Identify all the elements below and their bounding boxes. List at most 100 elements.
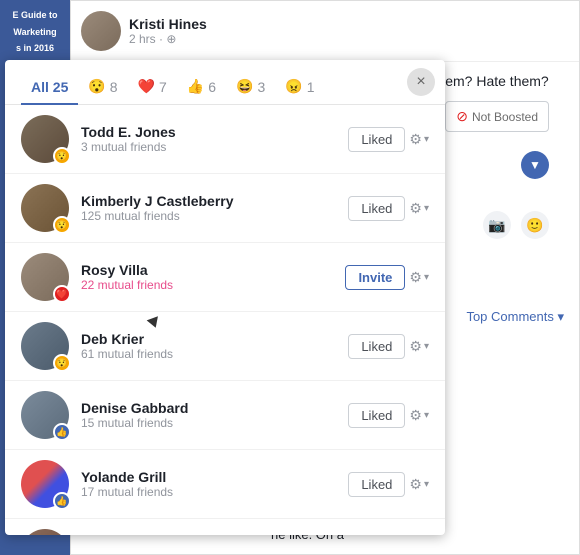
user-mutual: 61 mutual friends [81, 347, 336, 361]
top-comments-label: Top Comments ▾ [466, 309, 564, 325]
user-avatar-wrap: ❤️ [21, 253, 69, 301]
user-name: Yolande Grill [81, 469, 336, 485]
gear-dropdown[interactable]: ⚙▾ [409, 269, 429, 286]
tab-like[interactable]: 👍 6 [177, 70, 226, 105]
user-actions: Invite⚙▾ [345, 265, 429, 290]
reaction-badge: 👍 [53, 492, 71, 510]
gear-dropdown[interactable]: ⚙▾ [409, 131, 429, 148]
reaction-badge: 😯 [53, 354, 71, 372]
caret-down-icon: ▾ [424, 341, 429, 352]
top-comments-button[interactable]: Top Comments ▾ [466, 309, 564, 325]
tab-angry[interactable]: 😠 1 [275, 70, 324, 105]
haha-emoji: 😆 [236, 78, 253, 95]
reactions-modal: All 25 😯 8 ❤️ 7 👍 6 😆 3 😠 1 × 😯 Todd E. J… [5, 60, 445, 535]
caret-down-icon: ▾ [424, 203, 429, 214]
liked-button[interactable]: Liked [348, 403, 405, 428]
gear-dropdown[interactable]: ⚙▾ [409, 200, 429, 217]
not-boosted-label: Not Boosted [472, 110, 538, 124]
caret-down-icon: ▾ [424, 479, 429, 490]
user-avatar-wrap: 👍 [21, 391, 69, 439]
wow-count: 8 [110, 79, 118, 95]
liked-button[interactable]: Liked [348, 472, 405, 497]
liked-button[interactable]: Liked [348, 334, 405, 359]
angry-count: 1 [307, 79, 315, 95]
tab-all[interactable]: All 25 [21, 71, 78, 105]
user-avatar-img [21, 529, 69, 535]
like-count: 6 [208, 79, 216, 95]
user-mutual: 15 mutual friends [81, 416, 336, 430]
user-actions: Liked⚙▾ [348, 403, 429, 428]
haha-count: 3 [258, 79, 266, 95]
user-mutual: 3 mutual friends [81, 140, 336, 154]
reaction-badge: ❤️ [53, 285, 71, 303]
gear-icon: ⚙ [409, 476, 422, 493]
user-name: Deb Krier [81, 331, 336, 347]
gear-icon: ⚙ [409, 269, 422, 286]
user-avatar-small: ▼ [521, 151, 549, 179]
modal-close-button[interactable]: × [407, 68, 435, 96]
user-avatar-wrap: 😯 [21, 184, 69, 232]
list-item: ❤️ Rosy Villa22 mutual friends Invite⚙▾ [5, 243, 445, 312]
caret-down-icon: ▾ [424, 410, 429, 421]
user-info: Kimberly J Castleberry125 mutual friends [81, 193, 336, 223]
list-item: 👍 Yolande Grill17 mutual friends Liked⚙▾ [5, 450, 445, 519]
user-info: Rosy Villa22 mutual friends [81, 262, 333, 292]
list-item: 😯 Todd E. Jones3 mutual friends Liked⚙▾ [5, 105, 445, 174]
not-boosted-icon: ⊘ [456, 108, 468, 125]
poster-avatar [81, 11, 121, 51]
gear-dropdown[interactable]: ⚙▾ [409, 338, 429, 355]
emoji-icon[interactable]: 🙂 [521, 211, 549, 239]
tab-wow[interactable]: 😯 8 [78, 70, 127, 105]
user-mutual: 17 mutual friends [81, 485, 336, 499]
list-item: 😯 Deb Krier61 mutual friends Liked⚙▾ [5, 312, 445, 381]
post-time: 2 hrs · ⊕ [129, 32, 569, 46]
left-strip-text3: s in 2016 [16, 43, 54, 55]
user-name: Kimberly J Castleberry [81, 193, 336, 209]
list-item: 👍 Denise Gabbard15 mutual friends Liked⚙▾ [5, 381, 445, 450]
reaction-badge: 😯 [53, 147, 71, 165]
user-info: Deb Krier61 mutual friends [81, 331, 336, 361]
user-name: Denise Gabbard [81, 400, 336, 416]
user-mutual: 22 mutual friends [81, 278, 333, 292]
tab-haha[interactable]: 😆 3 [226, 70, 275, 105]
caret-down-icon: ▾ [424, 134, 429, 145]
like-emoji: 👍 [187, 78, 204, 95]
not-boosted-button[interactable]: ⊘ Not Boosted [445, 101, 549, 132]
list-item: 😯 Kimberly J Castleberry125 mutual friend… [5, 174, 445, 243]
heart-emoji: ❤️ [138, 78, 155, 95]
left-strip-text: E Guide to [13, 10, 58, 22]
user-info: Yolande Grill17 mutual friends [81, 469, 336, 499]
gear-dropdown[interactable]: ⚙▾ [409, 407, 429, 424]
gear-icon: ⚙ [409, 200, 422, 217]
liked-button[interactable]: Liked [348, 196, 405, 221]
gear-icon: ⚙ [409, 407, 422, 424]
gear-dropdown[interactable]: ⚙▾ [409, 476, 429, 493]
reaction-badge: 👍 [53, 423, 71, 441]
user-mutual: 125 mutual friends [81, 209, 336, 223]
gear-icon: ⚙ [409, 338, 422, 355]
wow-emoji: 😯 [88, 78, 105, 95]
heart-count: 7 [159, 79, 167, 95]
user-info: Todd E. Jones3 mutual friends [81, 124, 336, 154]
user-avatar-wrap: 👍 [21, 529, 69, 535]
comment-icons: 📷 🙂 [483, 211, 549, 239]
liked-button[interactable]: Liked [348, 127, 405, 152]
user-actions: Liked⚙▾ [348, 127, 429, 152]
user-avatar-wrap: 👍 [21, 460, 69, 508]
poster-name: Kristi Hines [129, 16, 569, 32]
user-name: Todd E. Jones [81, 124, 336, 140]
fb-right-area: ⊘ Not Boosted [445, 101, 549, 132]
photo-icon[interactable]: 📷 [483, 211, 511, 239]
tab-heart[interactable]: ❤️ 7 [128, 70, 177, 105]
fb-post-header: Kristi Hines 2 hrs · ⊕ [71, 1, 579, 62]
caret-down-icon: ▾ [424, 272, 429, 283]
user-avatar-wrap: 😯 [21, 115, 69, 163]
invite-button[interactable]: Invite [345, 265, 405, 290]
gear-icon: ⚙ [409, 131, 422, 148]
user-info: Denise Gabbard15 mutual friends [81, 400, 336, 430]
user-avatar-wrap: 😯 [21, 322, 69, 370]
user-actions: Liked⚙▾ [348, 472, 429, 497]
user-name: Rosy Villa [81, 262, 333, 278]
user-list: 😯Todd E. Jones3 mutual friendsLiked⚙▾😯Ki… [5, 105, 445, 535]
list-item: 👍Ann SmartyInvite⚙▾ [5, 519, 445, 535]
